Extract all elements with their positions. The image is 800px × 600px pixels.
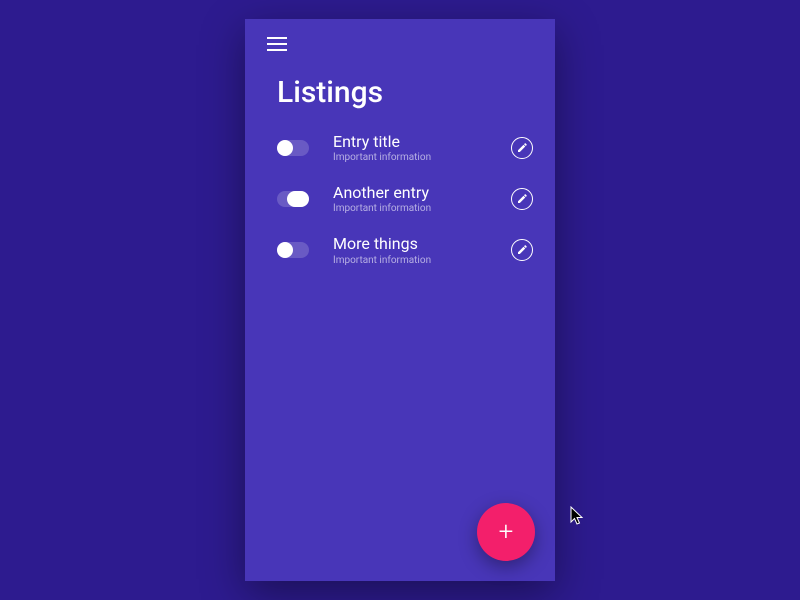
list-item: Entry title Important information [277,132,533,163]
entry-title: Entry title [333,132,511,151]
page-title: Listings [277,75,533,110]
toggle-switch[interactable] [277,191,309,207]
plus-icon: + [499,519,514,545]
add-button[interactable]: + [477,503,535,561]
entry-title: Another entry [333,183,511,202]
list-item: Another entry Important information [277,183,533,214]
list-item-text: Entry title Important information [333,132,511,163]
edit-icon[interactable] [511,239,533,261]
edit-icon[interactable] [511,137,533,159]
listings-list: Entry title Important information Anothe… [277,132,533,266]
mouse-cursor-icon [570,506,586,528]
app-screen: Listings Entry title Important informati… [245,19,555,581]
toggle-switch[interactable] [277,242,309,258]
edit-icon[interactable] [511,188,533,210]
toggle-switch[interactable] [277,140,309,156]
entry-title: More things [333,234,511,253]
entry-subtitle: Important information [333,203,511,214]
entry-subtitle: Important information [333,255,511,266]
list-item-text: More things Important information [333,234,511,265]
list-item-text: Another entry Important information [333,183,511,214]
entry-subtitle: Important information [333,152,511,163]
hamburger-menu-icon[interactable] [267,37,287,51]
list-item: More things Important information [277,234,533,265]
